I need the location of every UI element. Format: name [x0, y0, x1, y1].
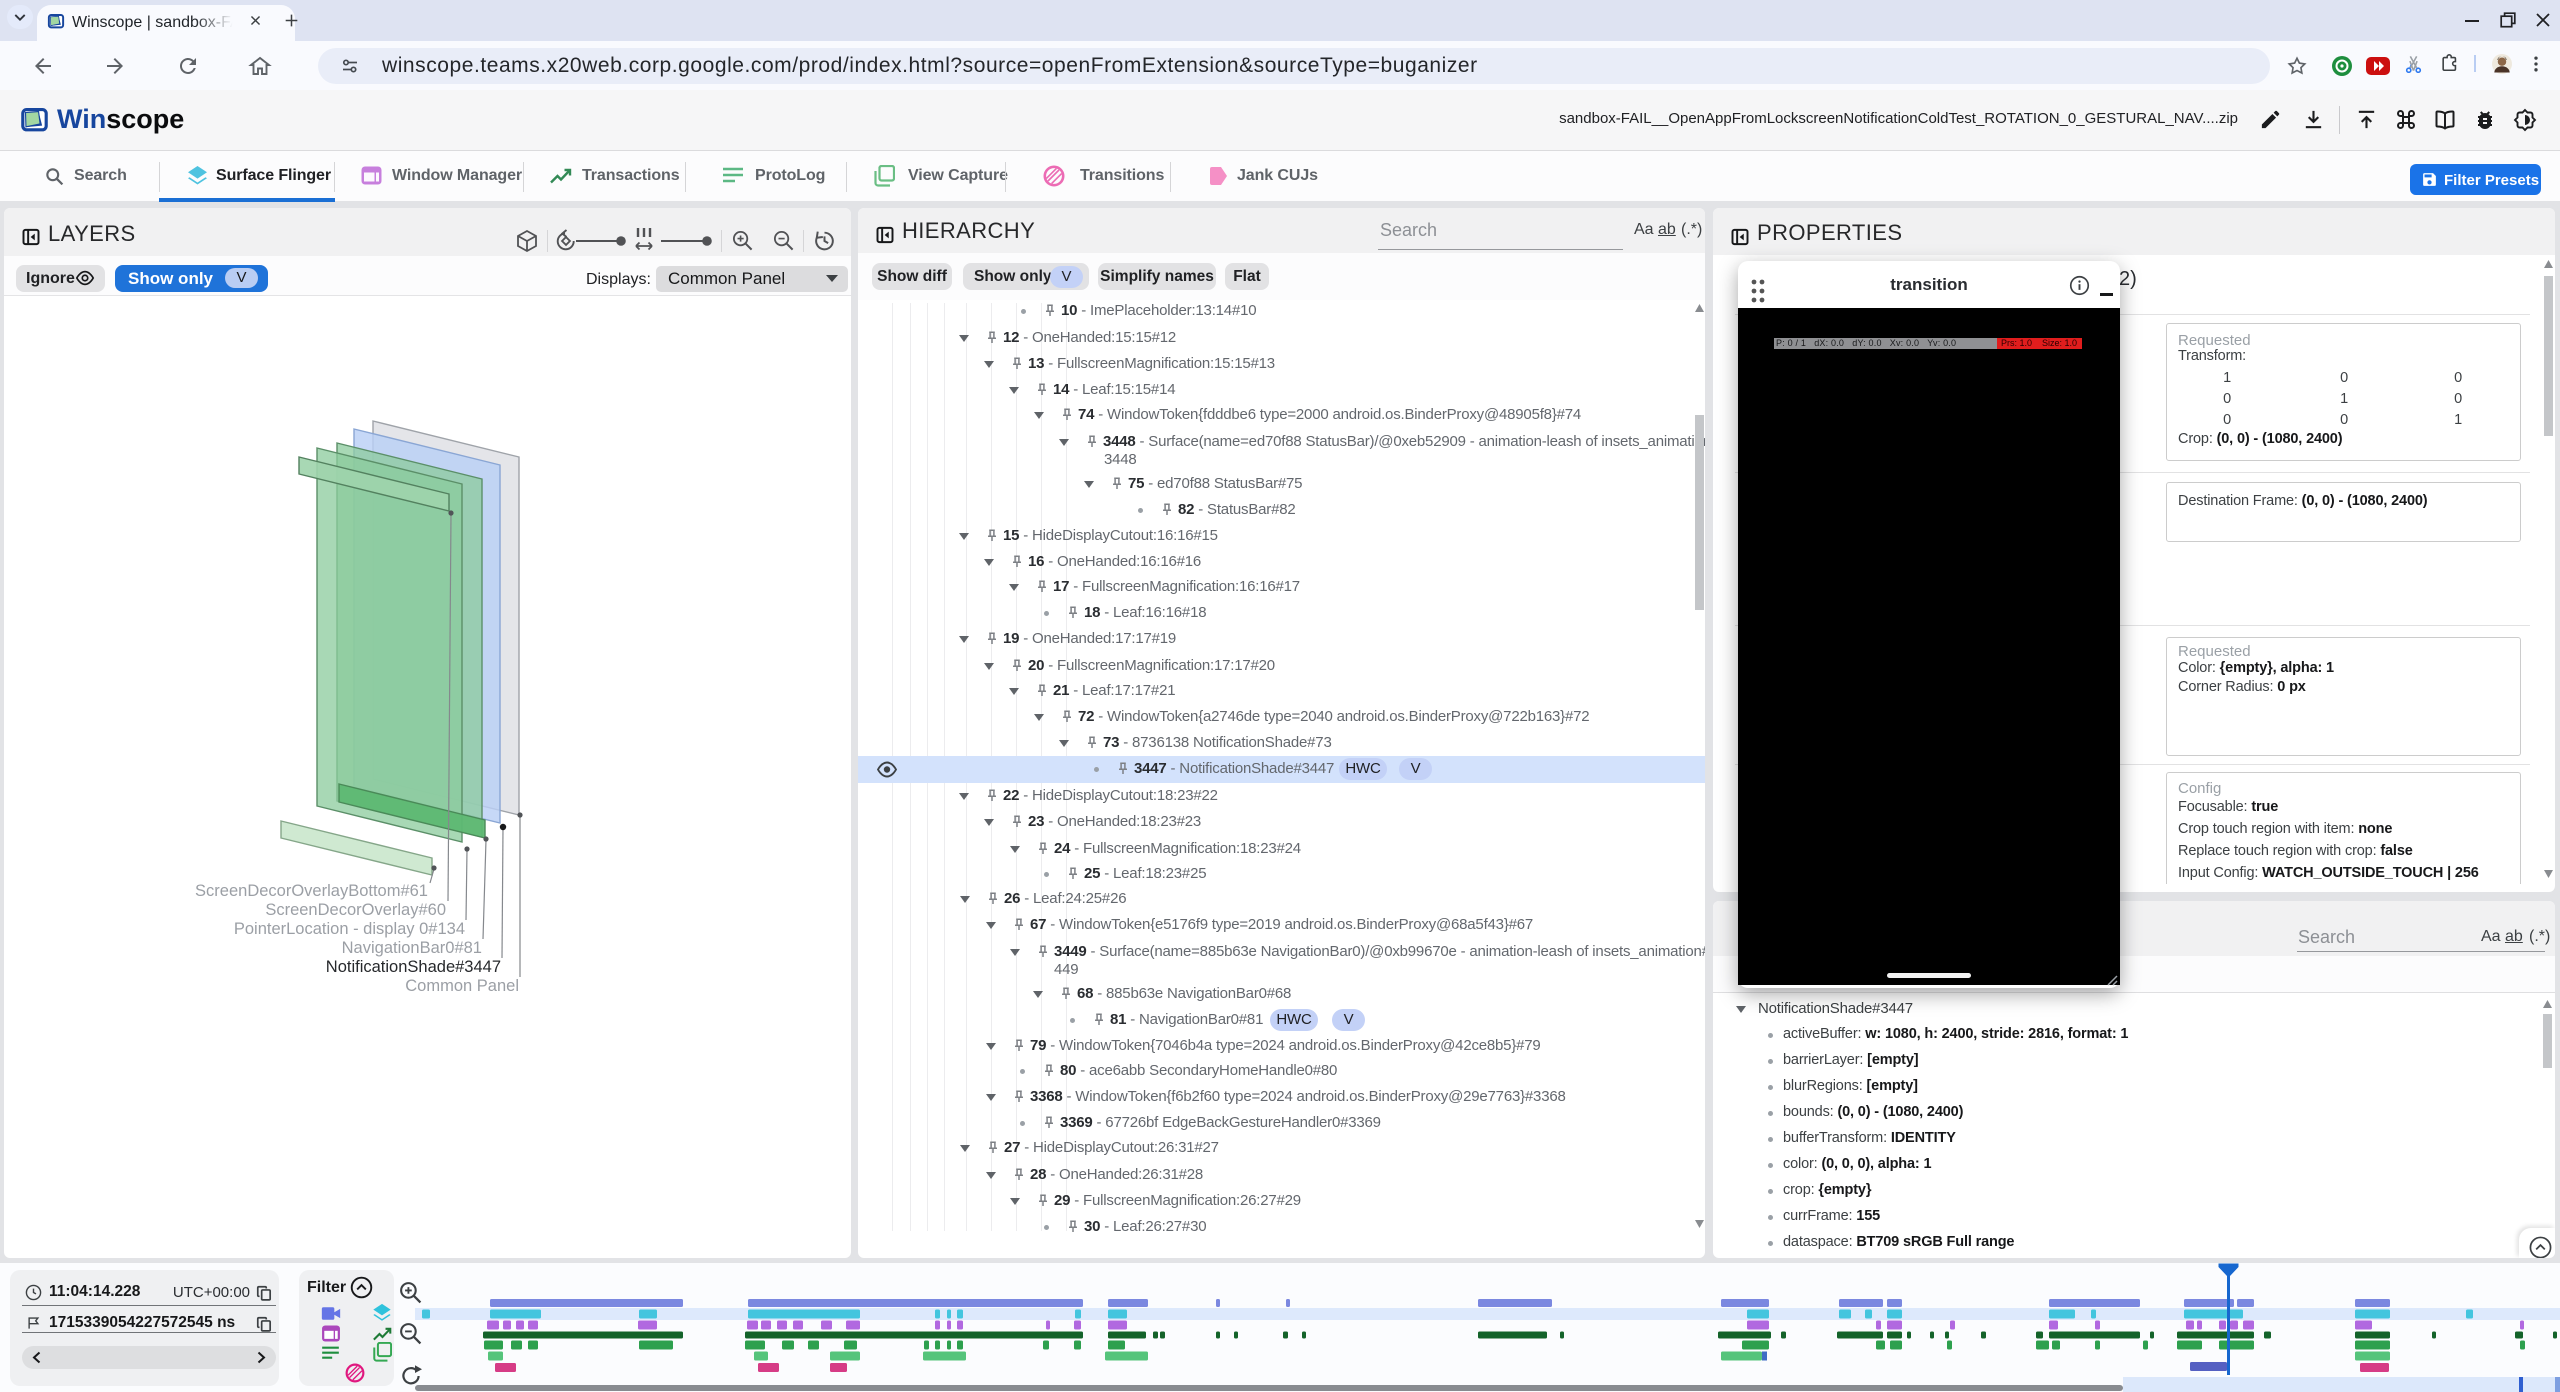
- svg-text:Common Panel: Common Panel: [405, 977, 519, 995]
- svg-text:ScreenDecorOverlayBottom#61: ScreenDecorOverlayBottom#61: [195, 882, 428, 900]
- svg-text:NotificationShade#3447: NotificationShade#3447: [326, 958, 501, 976]
- svg-text:ScreenDecorOverlay#60: ScreenDecorOverlay#60: [265, 901, 446, 919]
- svg-text:NavigationBar0#81: NavigationBar0#81: [342, 939, 482, 957]
- svg-text:PointerLocation - display 0#13: PointerLocation - display 0#134: [234, 920, 465, 938]
